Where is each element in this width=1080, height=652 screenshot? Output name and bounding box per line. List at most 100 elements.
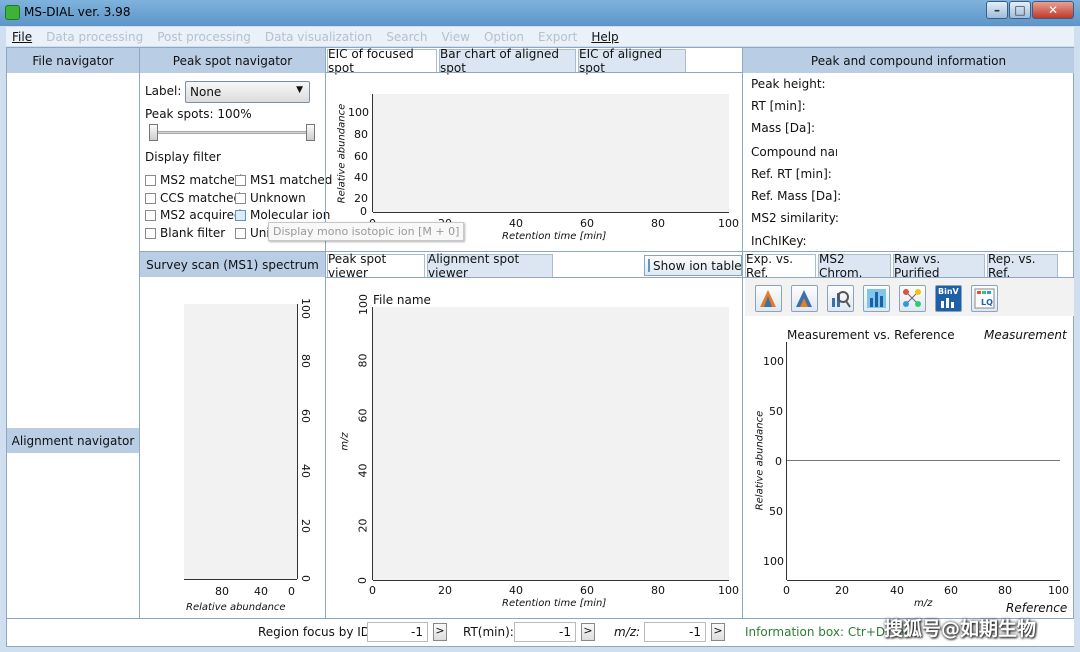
filter-ccs-matched[interactable]: CCS matched (145, 191, 241, 205)
tab-exp-vs-ref[interactable]: Exp. vs. Ref. (745, 252, 816, 280)
menu-help[interactable]: Help (591, 30, 618, 44)
divider (742, 48, 743, 618)
menu-data-processing[interactable]: Data processing (46, 30, 143, 44)
eic-ytick: 20 (354, 192, 368, 205)
mz-go-button[interactable]: > (711, 623, 725, 641)
chevron-down-icon: ▼ (296, 85, 303, 95)
label-select[interactable]: None ▼ (185, 81, 310, 103)
mz-input[interactable]: -1 (644, 622, 706, 642)
filter-ms1-matched[interactable]: MS1 matched (235, 173, 332, 187)
bar-spectrum-icon[interactable] (863, 285, 890, 312)
spectrum-raw-icon[interactable] (755, 285, 782, 312)
ms2-x-axis (787, 580, 1060, 581)
divider (326, 72, 742, 73)
ms2-y-axis (786, 342, 787, 580)
rt-input[interactable]: -1 (514, 622, 576, 642)
region-focus-input[interactable]: -1 (367, 622, 428, 642)
ms2-ytick: 100 (763, 555, 784, 568)
ms2-plot-area[interactable] (787, 342, 1060, 580)
info-header: Peak and compound information (743, 48, 1074, 73)
menu-post-processing[interactable]: Post processing (157, 30, 251, 44)
peak-spots-label: Peak spots: 100% (145, 107, 252, 121)
checkbox[interactable] (235, 192, 246, 204)
menu-option[interactable]: Option (484, 30, 524, 44)
peak-spots-slider-track[interactable] (152, 131, 312, 134)
search-spectrum-icon[interactable] (827, 285, 854, 312)
info-rt: RT [min]: (751, 99, 806, 113)
file-navigator-header: File navigator (7, 48, 139, 73)
divider (326, 277, 742, 278)
checkbox[interactable] (235, 209, 246, 221)
peak-viewer-ytick: 80 (356, 353, 370, 368)
checkbox[interactable] (145, 227, 156, 239)
close-button[interactable]: ✕ (1032, 1, 1074, 19)
peak-viewer-ylabel: m/z (339, 432, 351, 451)
tab-raw-vs-purified[interactable]: Raw vs. Purified (893, 252, 985, 280)
slider-handle-min[interactable] (149, 124, 158, 141)
peak-viewer-xtick: 60 (580, 584, 594, 597)
survey-xtick: 0 (288, 585, 295, 598)
maximize-button[interactable]: □ (1009, 1, 1031, 19)
tab-alignment-spot-viewer[interactable]: Alignment spot viewer (427, 252, 553, 280)
menu-search[interactable]: Search (386, 30, 427, 44)
filter-molecular-ion[interactable]: Molecular ion (235, 208, 330, 222)
lq-icon-text: LQ (981, 298, 993, 307)
filter-ms2-matched[interactable]: MS2 matched (145, 173, 242, 187)
app-icon (5, 5, 20, 20)
menu-view[interactable]: View (441, 30, 469, 44)
ms2-ytick: 100 (763, 355, 784, 368)
eic-xtick: 40 (509, 217, 523, 230)
tab-eic-focused-spot[interactable]: EIC of focused spot (327, 47, 437, 75)
menu-export[interactable]: Export (538, 30, 577, 44)
show-ion-table-label: Show ion table (653, 258, 742, 273)
filter-blank[interactable]: Blank filter (145, 226, 225, 240)
info-peak-height: Peak height: (751, 77, 826, 91)
peak-viewer-xtick: 20 (438, 584, 452, 597)
show-ion-table-button[interactable]: Show ion table (644, 255, 742, 276)
tab-peak-spot-viewer[interactable]: Peak spot viewer (327, 252, 425, 280)
window-title: MS-DIAL ver. 3.98 (24, 5, 131, 19)
peak-viewer-ytick: 40 (356, 463, 370, 478)
survey-ytick: 60 (299, 409, 312, 423)
filter-unknown[interactable]: Unknown (235, 191, 306, 205)
eic-x-axis (373, 212, 729, 213)
menu-data-visualization[interactable]: Data visualization (265, 30, 372, 44)
lq-table-icon[interactable]: LQ (971, 285, 998, 312)
minimize-button[interactable]: – (986, 1, 1008, 19)
eic-ytick: 60 (354, 150, 368, 163)
survey-ytick: 0 (299, 575, 312, 582)
checkbox[interactable] (235, 174, 246, 186)
ms2-xtick: 0 (783, 584, 790, 597)
molecule-network-icon[interactable] (899, 285, 926, 312)
region-focus-go-button[interactable]: > (433, 623, 447, 641)
ms2-ylabel: Relative abundance (754, 410, 766, 511)
survey-xlabel: Relative abundance (186, 602, 286, 613)
binv-icon[interactable]: BinV (935, 285, 962, 312)
checkbox[interactable] (145, 174, 156, 186)
spectrum-deconv-icon[interactable] (791, 285, 818, 312)
region-focus-label: Region focus by ID: (258, 625, 375, 639)
eic-plot-area[interactable] (373, 94, 729, 212)
menu-file[interactable]: File (12, 30, 32, 44)
peak-viewer-ytick: 20 (356, 518, 370, 533)
divider (325, 48, 326, 618)
filter-ms2-acquired[interactable]: MS2 acquired (145, 208, 242, 222)
peak-viewer-plot-area[interactable] (373, 307, 729, 580)
rt-go-button[interactable]: > (581, 623, 595, 641)
ms2-bottom-label: Reference (1006, 601, 1068, 615)
survey-plot-area[interactable] (184, 304, 297, 579)
tab-rep-vs-ref[interactable]: Rep. vs. Ref. (987, 252, 1058, 280)
info-inchikey: InChIKey: (751, 234, 807, 248)
tab-bar-chart-aligned-spot[interactable]: Bar chart of aligned spot (439, 47, 576, 75)
checkbox[interactable] (145, 192, 156, 204)
slider-handle-max[interactable] (306, 124, 315, 141)
checkbox[interactable] (235, 227, 246, 239)
checkbox[interactable] (145, 209, 156, 221)
survey-ytick: 40 (299, 464, 312, 478)
tab-eic-aligned-spot[interactable]: EIC of aligned spot (578, 47, 686, 75)
peak-viewer-x-axis (373, 580, 729, 581)
info-mass: Mass [Da]: (751, 121, 816, 135)
label-caption: Label: (145, 84, 182, 98)
ms2-xtick: 100 (1048, 584, 1069, 597)
tab-ms2-chrom[interactable]: MS2 Chrom. (818, 252, 891, 280)
